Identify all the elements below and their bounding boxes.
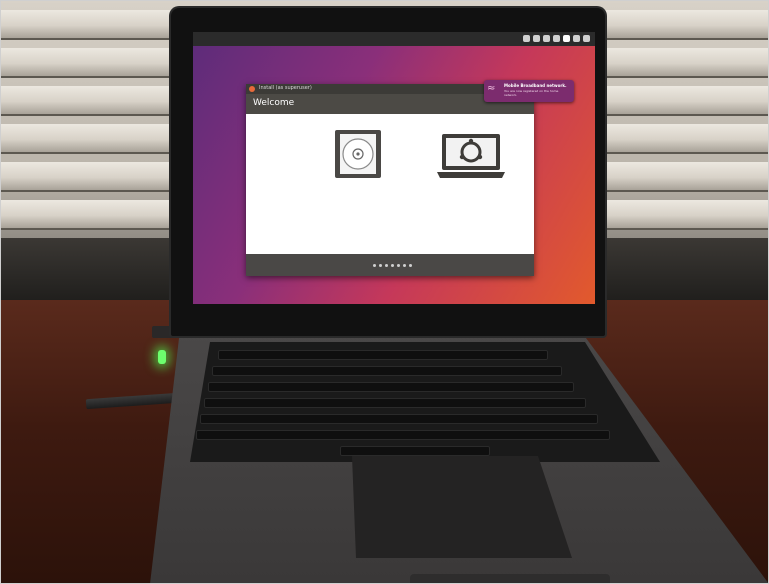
photo-scene: Install (as superuser) Welcome ≈ Mobile …: [0, 0, 769, 584]
photo-border: [0, 0, 769, 584]
